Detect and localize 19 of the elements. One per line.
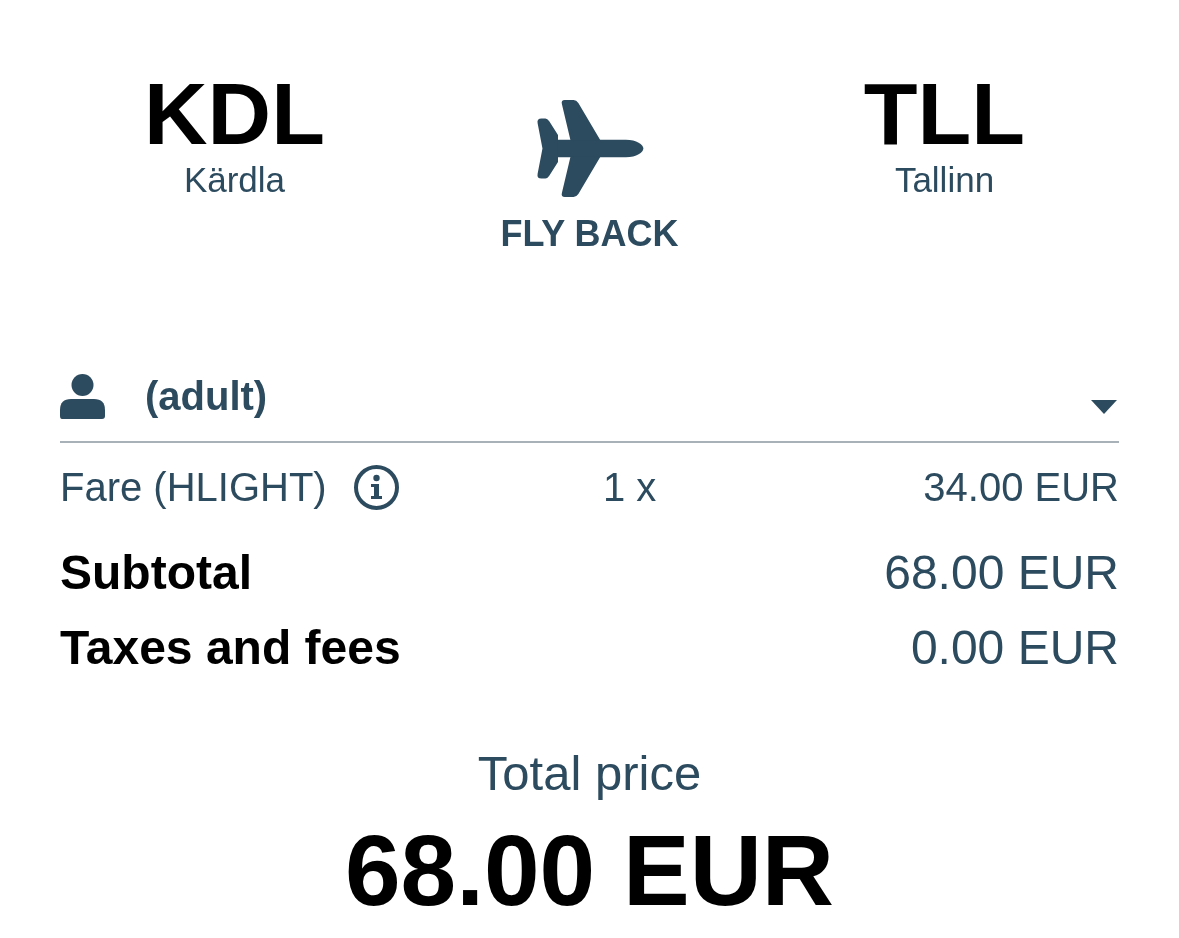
- direction-label: FLY BACK: [500, 216, 679, 252]
- plane-icon: [535, 100, 644, 197]
- destination-code: TLL: [863, 70, 1026, 158]
- summary-amount: 68.00 EUR: [884, 545, 1119, 601]
- summary-amount: 0.00 EUR: [910, 620, 1119, 676]
- origin-code: KDL: [144, 70, 325, 158]
- fare-quantity: 1 x: [603, 464, 657, 510]
- fare-label: Fare (HLIGHT): [60, 464, 327, 510]
- fare-amount: 34.00 EUR: [922, 464, 1119, 510]
- info-icon[interactable]: [353, 464, 399, 510]
- caret-icon[interactable]: [1091, 400, 1117, 414]
- origin-city: Kärdla: [183, 162, 286, 197]
- summary-label: Subtotal: [60, 545, 252, 601]
- person-icon: [60, 373, 105, 419]
- destination-city: Tallinn: [894, 162, 995, 197]
- total-amount: 68.00 EUR: [344, 819, 835, 920]
- passenger-type: (adult): [145, 373, 268, 419]
- total-label: Total price: [477, 745, 702, 802]
- summary-label: Taxes and fees: [60, 620, 401, 676]
